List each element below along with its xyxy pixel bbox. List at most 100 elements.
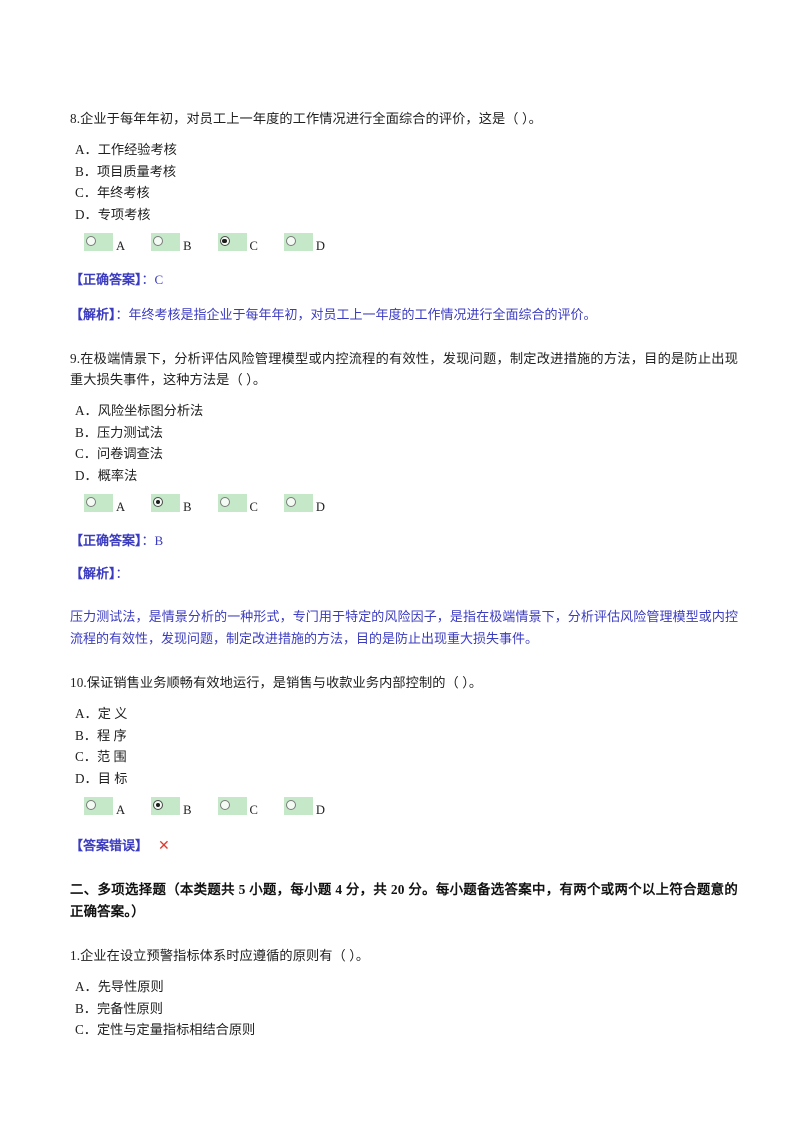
radio-choice-label: B [183,802,192,817]
option-item: C．年终考核 [70,182,738,204]
question-block-9: 9.在极端情景下，分析评估风险管理模型或内控流程的有效性，发现问题，制定改进措施… [70,348,738,650]
option-item: A．先导性原则 [70,976,738,998]
analysis-separator: ： [115,307,129,322]
option-item: D．目 标 [70,768,738,790]
radio-icon [285,497,296,508]
option-list: A．先导性原则 B．完备性原则 C．定性与定量指标相结合原则 [70,976,738,1041]
option-text: 范 围 [96,749,127,764]
option-letter: B． [75,163,97,179]
radio-choice-label: C [249,802,258,817]
section-heading: 二、多项选择题（本类题共 5 小题，每小题 4 分，共 20 分。每小题备选答案… [70,882,738,919]
analysis-line: 【解析】：年终考核是指企业于每年年初，对员工上一年度的工作情况进行全面综合的评价… [70,304,738,326]
option-text: 工作经验考核 [97,142,177,157]
option-item: B．完备性原则 [70,998,738,1020]
radio-choice-label: B [183,499,192,514]
radio-choice-d[interactable]: D [283,797,325,817]
option-letter: C． [75,1022,97,1037]
radio-choice-b[interactable]: B [151,233,192,253]
radio-choice-a[interactable]: A [84,797,125,817]
radio-choice-c[interactable]: C [217,494,258,514]
radio-choice-c[interactable]: C [217,233,258,253]
option-item: B．项目质量考核 [70,161,738,183]
analysis-tag: 【解析】 [70,566,116,581]
radio-choice-c[interactable]: C [217,797,258,817]
answer-radio-group[interactable]: A B C D [70,233,738,255]
option-letter: A． [75,706,98,721]
option-letter: B． [75,424,97,440]
question-stem: 9.在极端情景下，分析评估风险管理模型或内控流程的有效性，发现问题，制定改进措施… [70,351,738,387]
radio-button-background [151,494,181,513]
option-item: C．问卷调查法 [70,443,738,465]
option-list: A．定 义 B．程 序 C．范 围 D．目 标 [70,703,738,789]
radio-button-background [283,494,313,513]
analysis-separator: ： [115,566,129,581]
option-text: 项目质量考核 [96,163,177,179]
option-text: 问卷调查法 [96,446,163,461]
option-letter: D． [75,770,98,786]
radio-choice-label: B [183,238,192,253]
radio-button-background [217,494,247,513]
radio-icon [219,800,230,811]
option-letter: D． [75,206,98,222]
option-text: 年终考核 [96,185,150,200]
option-item: D．概率法 [70,465,738,487]
option-item: B．程 序 [70,725,738,747]
analysis-text: 压力测试法，是情景分析的一种形式，专门用于特定的风险因子，是指在极端情景下，分析… [70,609,738,646]
radio-icon [86,236,96,247]
option-letter: A． [75,142,98,157]
radio-choice-label: A [116,802,126,817]
radio-icon [86,497,96,508]
option-item: A．定 义 [70,703,738,725]
radio-choice-b[interactable]: B [151,797,192,817]
option-item: D．专项考核 [70,204,738,226]
answer-radio-group[interactable]: A B C D [70,494,738,516]
option-text: 完备性原则 [96,1000,163,1016]
radio-choice-label: C [249,499,258,514]
option-item: C．范 围 [70,746,738,768]
radio-choice-a[interactable]: A [84,494,125,514]
correct-answer-separator: ： [141,272,155,287]
option-item: A．风险坐标图分析法 [70,400,738,422]
answer-radio-group[interactable]: A B C D [70,797,738,819]
correct-answer-tag: 【正确答案】 [70,272,142,287]
option-text: 程 序 [96,727,127,743]
radio-button-background [217,233,247,252]
option-letter: C． [75,446,97,461]
option-text: 先导性原则 [97,979,164,994]
option-text: 概率法 [97,467,138,483]
question-block-10: 10.保证销售业务顺畅有效地运行，是销售与收款业务内部控制的（ ）。 A．定 义… [70,672,738,857]
radio-choice-a[interactable]: A [84,233,125,253]
option-text: 风险坐标图分析法 [97,403,204,418]
option-text: 定性与定量指标相结合原则 [96,1022,256,1037]
option-list: A．工作经验考核 B．项目质量考核 C．年终考核 D．专项考核 [70,139,738,225]
option-letter: D． [75,467,98,483]
radio-icon [285,800,296,811]
option-letter: B． [75,1000,97,1016]
option-item: B．压力测试法 [70,422,738,444]
option-text: 目 标 [97,770,128,786]
analysis-header-line: 【解析】： [70,563,738,584]
radio-icon-selected [153,497,164,508]
correct-answer-tag: 【正确答案】 [70,533,142,548]
radio-choice-label: D [315,238,326,253]
option-text: 压力测试法 [96,424,163,440]
radio-button-background [151,797,181,816]
section-two-block: 二、多项选择题（本类题共 5 小题，每小题 4 分，共 20 分。每小题备选答案… [70,879,738,1041]
question-block-8: 8.企业于每年年初，对员工上一年度的工作情况进行全面综合的评价，这是（ ）。 A… [70,108,738,326]
radio-icon-selected [153,800,164,811]
option-text: 定 义 [97,706,128,721]
option-text: 专项考核 [97,206,151,222]
wrong-answer-line: 【答案错误】 ✕ [70,835,738,857]
radio-button-background [84,797,113,816]
option-item: C．定性与定量指标相结合原则 [70,1019,738,1041]
radio-choice-label: C [249,238,258,253]
radio-choice-b[interactable]: B [151,494,192,514]
radio-button-background [84,233,113,252]
option-letter: C． [75,185,97,200]
question-stem: 1.企业在设立预警指标体系时应遵循的原则有（ ）。 [70,948,370,963]
radio-choice-label: D [315,499,326,514]
radio-choice-d[interactable]: D [283,233,326,253]
option-list: A．风险坐标图分析法 B．压力测试法 C．问卷调查法 D．概率法 [70,400,738,486]
radio-choice-d[interactable]: D [283,494,326,514]
radio-button-background [151,233,181,252]
